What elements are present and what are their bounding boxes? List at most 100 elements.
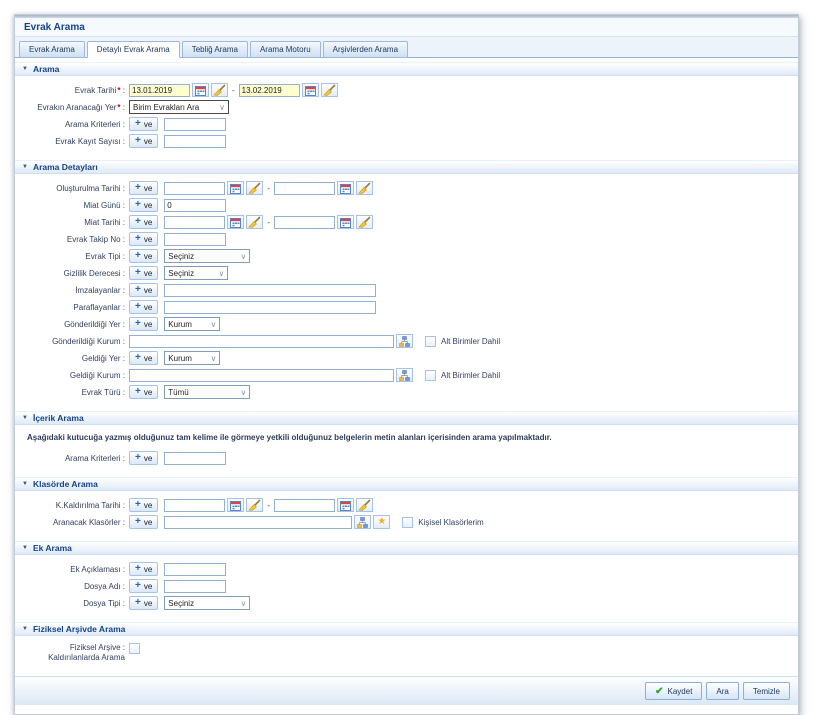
calendar-button[interactable] <box>227 181 245 195</box>
gonderildigi-yer-select[interactable]: Kurum ∨ <box>164 317 221 331</box>
clear-date-button[interactable] <box>355 498 373 512</box>
and-condition-button[interactable]: + ve <box>129 198 159 212</box>
arama-kriterleri-input[interactable] <box>164 117 227 131</box>
miat-tarihi-from-input[interactable] <box>164 215 226 229</box>
clear-date-button[interactable] <box>211 83 228 97</box>
alt-birimler-dahil-checkbox[interactable] <box>425 369 436 381</box>
geldigi-yer-select[interactable]: Kurum ∨ <box>164 351 221 365</box>
and-condition-button[interactable]: + ve <box>129 562 159 576</box>
kaydet-button[interactable]: ✔ Kaydet <box>645 682 703 700</box>
tab-teblig-arama[interactable]: Tebliğ Arama <box>181 41 248 58</box>
evrak-turu-select[interactable]: Tümü ∨ <box>164 385 251 399</box>
and-condition-button[interactable]: + ve <box>129 283 159 297</box>
section-icerik-arama-body: Aşağıdaki kutucuğa yazmış olduğunuz tam … <box>15 425 798 473</box>
miat-gunu-input[interactable] <box>164 198 227 212</box>
clear-date-button[interactable] <box>355 181 373 195</box>
clear-date-button[interactable] <box>320 83 338 97</box>
gizlilik-derecesi-label: Gizlilik Derecesi <box>23 269 125 278</box>
section-arama-detaylari-header[interactable]: ▼ Arama Detayları <box>15 160 798 174</box>
and-condition-button[interactable]: + ve <box>129 181 159 195</box>
and-condition-button[interactable]: + ve <box>129 249 159 263</box>
section-ek-arama-header[interactable]: ▼ Ek Arama <box>15 541 798 555</box>
and-condition-button[interactable]: + ve <box>129 266 159 280</box>
evrak-tarihi-to-input[interactable] <box>238 83 300 97</box>
calendar-button[interactable] <box>301 83 319 97</box>
icerik-arama-kriterleri-input[interactable] <box>164 451 227 465</box>
favorite-folder-button[interactable]: ★ <box>373 515 391 529</box>
calendar-button[interactable] <box>336 215 354 229</box>
kaldirilma-tarihi-to-input[interactable] <box>273 498 335 512</box>
evrak-turu-label: Evrak Türü <box>23 388 125 397</box>
clear-date-button[interactable] <box>246 215 264 229</box>
calendar-button[interactable] <box>227 215 245 229</box>
evrak-tarihi-from-input[interactable] <box>129 83 190 97</box>
clear-date-button[interactable] <box>246 498 264 512</box>
evrak-tipi-select[interactable]: Seçiniz ∨ <box>164 249 251 263</box>
section-arama-header[interactable]: ▼ Arama <box>15 62 798 76</box>
and-condition-button[interactable]: + ve <box>129 351 159 365</box>
and-condition-button[interactable]: + ve <box>129 117 159 131</box>
kurum-picker-button[interactable] <box>396 334 413 348</box>
dosya-adi-input[interactable] <box>164 579 227 593</box>
paraflayanlar-input[interactable] <box>164 300 377 314</box>
plus-icon: + <box>135 199 141 210</box>
imzalayanlar-input[interactable] <box>164 283 377 297</box>
evrak-takip-no-label: Evrak Takip No <box>23 235 125 244</box>
calendar-button[interactable] <box>227 498 245 512</box>
kaldirilma-tarihi-from-input[interactable] <box>164 498 226 512</box>
broom-icon <box>213 84 226 96</box>
ek-aciklamasi-input[interactable] <box>164 562 227 576</box>
arama-kriterleri-label: Arama Kriterleri <box>23 120 125 129</box>
dosya-tipi-row: Dosya Tipi +ve Seçiniz∨ <box>23 596 790 610</box>
section-title: Arama Detayları <box>32 162 98 172</box>
ara-button[interactable]: Ara <box>706 682 739 700</box>
tab-arama-motoru[interactable]: Arama Motoru <box>249 41 321 58</box>
calendar-button[interactable] <box>192 83 209 97</box>
and-condition-button[interactable]: + ve <box>129 317 159 331</box>
tab-detayli-evrak-arama[interactable]: Detaylı Evrak Arama <box>86 41 180 58</box>
section-icerik-arama-header[interactable]: ▼ İçerik Arama <box>15 411 798 425</box>
section-fiziksel-arsivde-arama-header[interactable]: ▼ Fiziksel Arşivde Arama <box>15 622 798 636</box>
and-condition-button[interactable]: + ve <box>129 498 159 512</box>
and-condition-button[interactable]: + ve <box>129 596 159 610</box>
olusturulma-tarihi-to-input[interactable] <box>273 181 335 195</box>
and-condition-button[interactable]: + ve <box>129 579 159 593</box>
olusturulma-tarihi-from-input[interactable] <box>164 181 226 195</box>
fiziksel-arsiv-checkbox[interactable] <box>129 643 140 654</box>
clear-date-button[interactable] <box>246 181 264 195</box>
tab-arsivlerden-arama[interactable]: Arşivlerden Arama <box>322 41 409 58</box>
aranacak-klasorler-input[interactable] <box>164 515 353 529</box>
and-condition-button[interactable]: + ve <box>129 300 159 314</box>
and-condition-button[interactable]: + ve <box>129 385 159 399</box>
alt-birimler-dahil-checkbox[interactable] <box>425 335 436 347</box>
temizle-button[interactable]: Temizle <box>742 682 790 700</box>
evrak-tipi-row: Evrak Tipi +ve Seçiniz∨ <box>23 249 790 263</box>
evrak-tarihi-row: Evrak Tarihi* - <box>23 83 790 97</box>
calendar-button[interactable] <box>336 498 354 512</box>
kurum-picker-button[interactable] <box>396 368 413 382</box>
plus-icon: + <box>135 135 141 146</box>
and-condition-button[interactable]: + ve <box>129 134 159 148</box>
dosya-tipi-label: Dosya Tipi <box>23 599 125 608</box>
calendar-button[interactable] <box>336 181 354 195</box>
tab-evrak-arama[interactable]: Evrak Arama <box>19 41 85 58</box>
and-condition-button[interactable]: + ve <box>129 215 159 229</box>
gonderildigi-kurum-input[interactable] <box>129 334 394 348</box>
kisisel-klasorlerim-checkbox[interactable] <box>402 516 414 528</box>
section-klasorde-arama-header[interactable]: ▼ Klasörde Arama <box>15 477 798 491</box>
geldigi-kurum-input[interactable] <box>129 368 394 382</box>
evrak-kayit-sayisi-input[interactable] <box>164 134 227 148</box>
section-fiziksel-arsivde-arama: ▼ Fiziksel Arşivde Arama Fiziksel Arşive… <box>15 622 798 671</box>
and-condition-button[interactable]: + ve <box>129 451 159 465</box>
clear-date-button[interactable] <box>355 215 373 229</box>
evrak-takip-no-input[interactable] <box>164 232 227 246</box>
gonderildigi-kurum-label: Gönderildiği Kurum <box>23 337 125 346</box>
klasor-picker-button[interactable] <box>354 515 372 529</box>
and-condition-button[interactable]: + ve <box>129 232 159 246</box>
miat-tarihi-to-input[interactable] <box>273 215 335 229</box>
plus-icon: + <box>135 499 141 510</box>
gizlilik-derecesi-select[interactable]: Seçiniz ∨ <box>164 266 229 280</box>
aranacagi-yer-select[interactable]: Birim Evrakları Ara ∨ <box>129 100 229 114</box>
and-condition-button[interactable]: + ve <box>129 515 159 529</box>
dosya-tipi-select[interactable]: Seçiniz ∨ <box>164 596 251 610</box>
